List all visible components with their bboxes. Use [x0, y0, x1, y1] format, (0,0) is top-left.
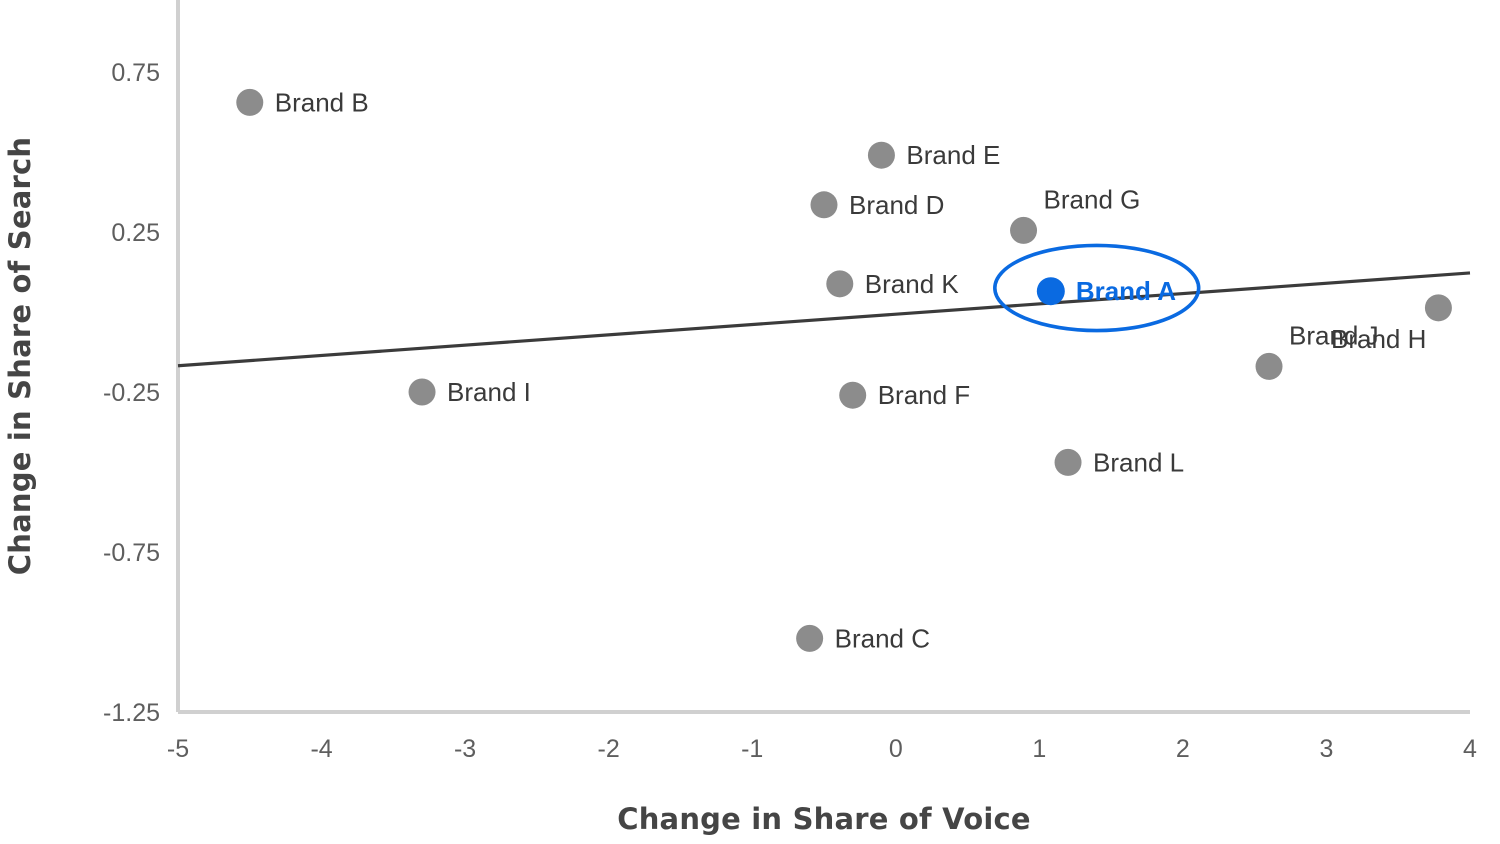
- data-point-label: Brand C: [835, 623, 930, 653]
- data-point-label: Brand D: [849, 190, 944, 220]
- marker-dot[interactable]: [1054, 448, 1082, 476]
- data-point-brand-g[interactable]: Brand G: [1010, 184, 1140, 244]
- marker-dot[interactable]: [236, 88, 264, 116]
- marker-dot[interactable]: [1255, 352, 1283, 380]
- x-tick-label: 0: [889, 735, 903, 763]
- data-point-label: Brand L: [1093, 447, 1184, 477]
- x-tick-label: 1: [1032, 735, 1046, 763]
- data-point-label: Brand A: [1076, 276, 1176, 306]
- data-point-label: Brand B: [275, 87, 369, 117]
- data-point-brand-e[interactable]: Brand E: [867, 140, 1000, 170]
- data-point-label: Brand F: [878, 380, 971, 410]
- x-tick-label: -3: [454, 735, 476, 763]
- marker-dot[interactable]: [810, 191, 838, 219]
- data-point-brand-c[interactable]: Brand C: [796, 623, 930, 653]
- data-points-group: Brand B Brand E Brand D Brand G Brand K Brand…: [236, 87, 1452, 653]
- data-point-brand-f[interactable]: Brand F: [839, 380, 970, 410]
- x-tick-label: -1: [741, 735, 763, 763]
- trendline: [177, 271, 1471, 368]
- data-point-label: Brand J: [1289, 320, 1379, 350]
- x-tick-label: 2: [1176, 735, 1190, 763]
- y-tick-label: 0.75: [111, 59, 160, 87]
- data-point-brand-b[interactable]: Brand B: [236, 87, 369, 117]
- data-point-brand-a[interactable]: Brand A: [1036, 276, 1176, 306]
- data-point-brand-d[interactable]: Brand D: [810, 190, 945, 220]
- y-tick-label: -0.25: [103, 379, 160, 407]
- y-tick-label: -0.75: [103, 539, 160, 567]
- y-tick-label: 0.25: [111, 219, 160, 247]
- marker-dot[interactable]: [796, 624, 824, 652]
- x-tick-label: 4: [1463, 735, 1477, 763]
- data-point-label: Brand I: [447, 377, 531, 407]
- data-point-label: Brand E: [906, 140, 1000, 170]
- x-axis-title: Change in Share of Voice: [617, 802, 1031, 836]
- y-tick-label-group: 0.75 0.25 -0.25 -0.75 -1.25: [103, 59, 160, 727]
- marker-dot[interactable]: [867, 141, 895, 169]
- data-point-label: Brand G: [1044, 184, 1141, 214]
- marker-dot[interactable]: [826, 270, 854, 298]
- x-tick-label: -2: [598, 735, 620, 763]
- trendline-group: [177, 271, 1471, 368]
- x-tick-label: -5: [167, 735, 189, 763]
- marker-dot[interactable]: [839, 381, 867, 409]
- scatter-chart: 0.75 0.25 -0.25 -0.75 -1.25 -5 -4 -3 -2 -1 0 1 2 3 4 …: [0, 0, 1500, 844]
- x-tick-label: -4: [310, 735, 332, 763]
- y-tick-label: -1.25: [103, 699, 160, 727]
- marker-dot[interactable]: [1010, 216, 1038, 244]
- x-tick-label-group: -5 -4 -3 -2 -1 0 1 2 3 4: [167, 735, 1477, 763]
- data-point-brand-k[interactable]: Brand K: [826, 269, 959, 299]
- plot-area: 0.750.25-0.25-0.75-1.25 -5 -4 -3 -2 -1 0 1 2 3 4 …: [3, 0, 1477, 836]
- x-tick-label: 3: [1319, 735, 1333, 763]
- y-axis-title: Change in Share of Search: [3, 137, 37, 575]
- data-point-brand-l[interactable]: Brand L: [1054, 447, 1185, 477]
- marker-dot[interactable]: [408, 378, 436, 406]
- marker-dot[interactable]: [1424, 294, 1452, 322]
- data-point-label: Brand K: [865, 269, 960, 299]
- data-point-brand-i[interactable]: Brand I: [408, 377, 531, 407]
- data-point-brand-j[interactable]: Brand J: [1255, 320, 1379, 380]
- marker-dot[interactable]: [1036, 277, 1065, 306]
